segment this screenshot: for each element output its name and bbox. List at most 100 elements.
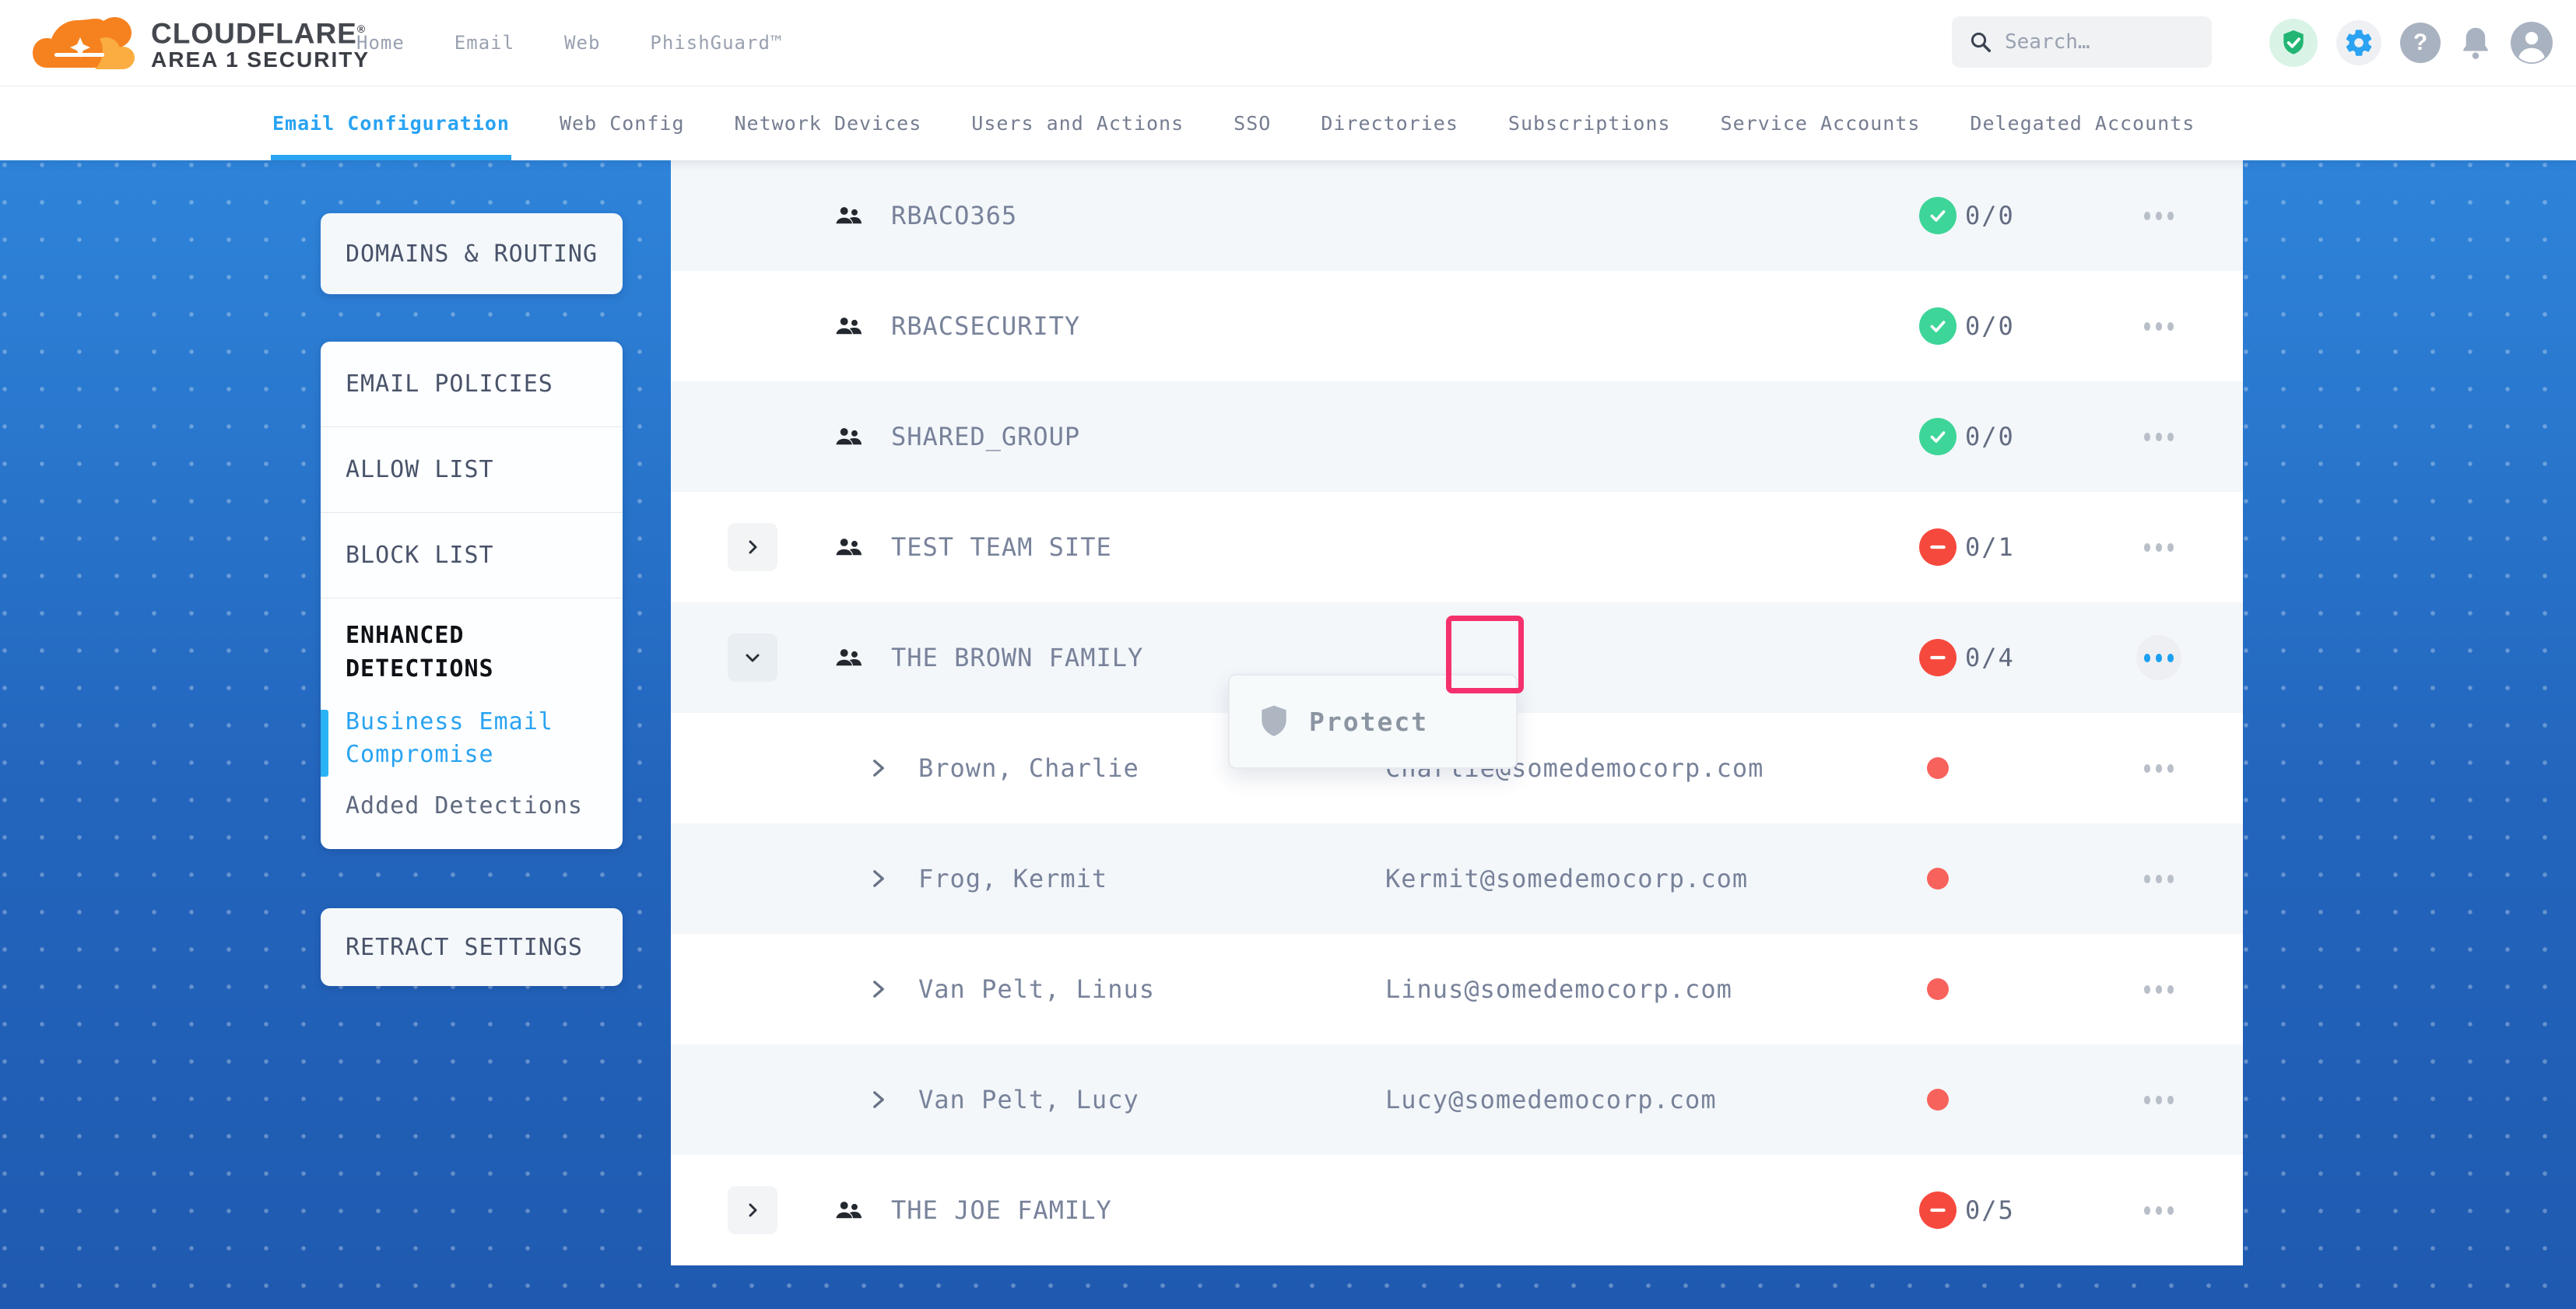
member-chevron-icon (870, 869, 887, 889)
table-row[interactable]: Frog, Kermit Kermit@somedemocorp.com (671, 823, 2243, 934)
area1-security-app: CLOUDFLARE® AREA 1 SECURITY Home Email W… (0, 0, 2576, 1309)
group-icon (834, 643, 864, 672)
protection-count: 0/4 (1965, 643, 2015, 672)
nav-item-email[interactable]: Email (454, 32, 514, 54)
primary-nav: Home Email Web PhishGuard™ (356, 0, 782, 86)
protection-count: 0/0 (1965, 311, 2015, 341)
status-badge (1919, 528, 1957, 566)
tab-network-devices[interactable]: Network Devices (735, 86, 922, 160)
sidebar-item-added-detections[interactable]: Added Detections (346, 790, 602, 823)
annotation-highlight-box (1446, 616, 1524, 693)
brand-text: CLOUDFLARE® AREA 1 SECURITY (151, 14, 370, 72)
table-row[interactable]: RBACSECURITY 0/0 (671, 271, 2243, 381)
sidebar-item-block-list[interactable]: BLOCK LIST (321, 513, 623, 598)
status-dot (1927, 1089, 1949, 1111)
row-menu-button[interactable] (2136, 746, 2181, 791)
tab-email-configuration[interactable]: Email Configuration (272, 86, 510, 160)
table-row[interactable]: RBACO365 0/0 (671, 160, 2243, 271)
sidebar-label: BLOCK LIST (346, 542, 494, 569)
expand-toggle-button[interactable] (728, 633, 777, 682)
sidebar-item-domains-routing[interactable]: DOMAINS & ROUTING (321, 213, 623, 294)
help-icon[interactable]: ? (2400, 23, 2441, 63)
row-menu-button[interactable] (2136, 525, 2181, 570)
search-icon (1969, 30, 1992, 54)
member-chevron-icon (870, 979, 887, 999)
group-icon (834, 422, 864, 451)
enhanced-detections-section: ENHANCED DETECTIONS Business Email Compr… (321, 598, 623, 823)
tab-delegated-accounts[interactable]: Delegated Accounts (1970, 86, 2195, 160)
row-name: THE BROWN FAMILY (891, 643, 1143, 672)
status-badge (1919, 418, 1957, 455)
table-row[interactable]: SHARED_GROUP 0/0 (671, 381, 2243, 492)
tab-service-accounts[interactable]: Service Accounts (1721, 86, 1921, 160)
brand-subtitle: AREA 1 SECURITY (151, 48, 370, 72)
row-menu-button[interactable] (2136, 635, 2181, 680)
row-name: THE JOE FAMILY (891, 1195, 1112, 1225)
tab-subscriptions[interactable]: Subscriptions (1508, 86, 1671, 160)
group-icon (834, 201, 864, 230)
row-name: TEST TEAM SITE (891, 532, 1112, 562)
protection-status-icon[interactable] (2269, 19, 2318, 67)
sidebar-item-business-email-compromise[interactable]: Business Email Compromise (346, 706, 602, 771)
table-row[interactable]: Van Pelt, Linus Linus@somedemocorp.com (671, 934, 2243, 1044)
row-menu-button[interactable] (2136, 193, 2181, 238)
settings-gear-icon[interactable] (2336, 20, 2381, 65)
row-menu-button[interactable] (2136, 304, 2181, 349)
sidebar-policies-card: EMAIL POLICIES ALLOW LIST BLOCK LIST ENH… (321, 342, 623, 849)
row-email: Linus@somedemocorp.com (1385, 974, 1732, 1004)
tab-sso[interactable]: SSO (1234, 86, 1271, 160)
header-icons: ? (2269, 0, 2553, 86)
tab-users-and-actions[interactable]: Users and Actions (971, 86, 1184, 160)
row-name: RBACO365 (891, 201, 1017, 230)
sidebar-label: DOMAINS & ROUTING (346, 240, 598, 268)
status-badge (1919, 1191, 1957, 1229)
sidebar-label: RETRACT SETTINGS (346, 934, 583, 961)
table-row[interactable]: TEST TEAM SITE 0/1 (671, 492, 2243, 602)
row-name: SHARED_GROUP (891, 422, 1080, 451)
status-dot (1927, 757, 1949, 779)
nav-item-home[interactable]: Home (356, 32, 405, 54)
row-name: RBACSECURITY (891, 311, 1080, 341)
row-name: Van Pelt, Lucy (918, 1085, 1139, 1114)
nav-item-web[interactable]: Web (564, 32, 600, 54)
cloudflare-logo[interactable]: CLOUDFLARE® AREA 1 SECURITY (33, 8, 370, 78)
row-email: Kermit@somedemocorp.com (1385, 864, 1748, 893)
enhanced-detections-title: ENHANCED DETECTIONS (346, 619, 602, 686)
user-avatar-icon[interactable] (2511, 22, 2553, 64)
group-icon (834, 311, 864, 341)
sidebar-item-email-policies[interactable]: EMAIL POLICIES (321, 342, 623, 427)
sidebar-label: ALLOW LIST (346, 456, 494, 483)
expand-toggle-button[interactable] (728, 523, 777, 571)
expand-toggle-button[interactable] (728, 1186, 777, 1234)
row-menu-button[interactable] (2136, 1077, 2181, 1122)
row-name: Frog, Kermit (918, 864, 1107, 893)
tab-directories[interactable]: Directories (1321, 86, 1458, 160)
row-menu-button[interactable] (2136, 414, 2181, 459)
cloudflare-cloud-icon (33, 8, 146, 78)
nav-item-phishguard[interactable]: PhishGuard™ (650, 32, 782, 54)
row-menu-button[interactable] (2136, 856, 2181, 901)
table-row[interactable]: Van Pelt, Lucy Lucy@somedemocorp.com (671, 1044, 2243, 1155)
sidebar-item-retract-settings[interactable]: RETRACT SETTINGS (321, 908, 623, 986)
status-dot (1927, 978, 1949, 1000)
protection-count: 0/5 (1965, 1195, 2015, 1225)
protection-count: 0/0 (1965, 422, 2015, 451)
notifications-bell-icon[interactable] (2459, 25, 2492, 61)
protection-count: 0/0 (1965, 201, 2015, 230)
sidebar-item-allow-list[interactable]: ALLOW LIST (321, 427, 623, 513)
table-row[interactable]: THE JOE FAMILY 0/5 (671, 1155, 2243, 1265)
protection-count: 0/1 (1965, 532, 2015, 562)
top-bar: CLOUDFLARE® AREA 1 SECURITY Home Email W… (0, 0, 2576, 86)
protect-menu-item[interactable]: Protect (1309, 707, 1428, 737)
row-menu-button[interactable] (2136, 1188, 2181, 1233)
row-menu-button[interactable] (2136, 967, 2181, 1012)
group-icon (834, 532, 864, 562)
status-badge (1919, 197, 1957, 234)
row-name: Brown, Charlie (918, 753, 1139, 783)
search-box[interactable] (1952, 16, 2212, 68)
tab-web-config[interactable]: Web Config (560, 86, 685, 160)
row-email: Lucy@somedemocorp.com (1385, 1085, 1717, 1114)
search-input[interactable] (2003, 30, 2193, 54)
row-name: Van Pelt, Linus (918, 974, 1155, 1004)
status-badge (1919, 307, 1957, 345)
